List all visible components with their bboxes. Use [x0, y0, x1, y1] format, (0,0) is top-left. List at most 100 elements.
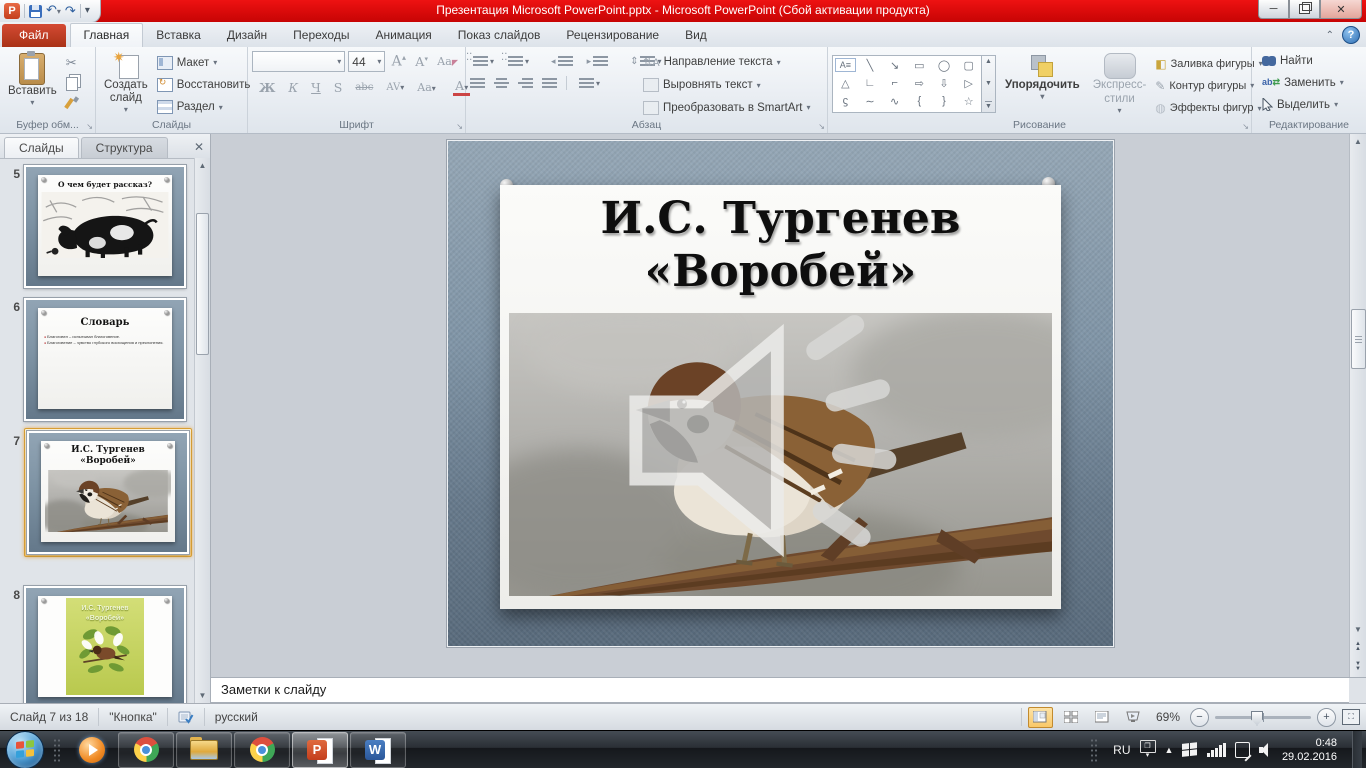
start-button[interactable]: [6, 731, 44, 768]
clear-formatting-icon[interactable]: Аа◤: [434, 55, 461, 68]
new-slide-button[interactable]: Создать слайд▾: [100, 51, 152, 117]
shape-scribble[interactable]: ∿: [882, 92, 907, 110]
format-painter-icon[interactable]: [66, 97, 78, 109]
panel-scroll-up-icon[interactable]: ▲: [195, 158, 210, 173]
gallery-more-icon[interactable]: ▼: [985, 101, 992, 110]
shape-line[interactable]: ╲: [858, 56, 883, 74]
align-left-button[interactable]: [470, 77, 485, 89]
scroll-down-icon[interactable]: ▼: [1351, 622, 1366, 637]
font-name-combo[interactable]: ▾: [252, 51, 345, 72]
spellcheck-status[interactable]: [168, 708, 205, 726]
taskbar-chrome-2[interactable]: [234, 732, 290, 768]
taskbar-wmp[interactable]: [68, 733, 116, 767]
thumbnail-row-5[interactable]: 5 О чем будет рассказ?: [0, 165, 186, 288]
align-right-button[interactable]: [518, 77, 533, 89]
italic-button[interactable]: К: [285, 80, 301, 95]
get-windows10-icon[interactable]: [1182, 742, 1198, 758]
close-panel-icon[interactable]: ✕: [194, 140, 204, 154]
strikethrough-button[interactable]: abc: [352, 82, 376, 93]
sparrow-photo[interactable]: [509, 313, 1052, 596]
text-direction-button[interactable]: ⇅AНаправление текста▾: [643, 53, 811, 72]
shape-arrow[interactable]: ↘: [882, 56, 907, 74]
slide-6-thumbnail[interactable]: Словарь Благоговел – испытывал благогове…: [24, 298, 186, 421]
copy-icon[interactable]: [66, 77, 78, 91]
select-button[interactable]: Выделить▾: [1262, 95, 1362, 114]
shape-left-brace[interactable]: {: [907, 92, 932, 110]
zoom-slider[interactable]: [1215, 716, 1311, 719]
next-slide-button[interactable]: ▼▼: [1351, 657, 1366, 677]
network-icon[interactable]: [1207, 743, 1226, 757]
thumbnail-row-6[interactable]: 6 Словарь Благоговел – испытывал благого…: [0, 298, 186, 421]
slide-editor-area[interactable]: И.С. Тургенев «Воробей»: [211, 134, 1349, 677]
tab-slides-thumbnails[interactable]: Слайды: [4, 137, 79, 158]
tab-review[interactable]: Рецензирование: [553, 24, 672, 47]
audio-speaker-icon[interactable]: [509, 313, 1036, 582]
clock[interactable]: 0:48 29.02.2016: [1282, 736, 1343, 764]
taskbar-powerpoint[interactable]: P: [292, 732, 348, 768]
previous-slide-button[interactable]: ▲▲: [1351, 637, 1366, 657]
panel-scroll-thumb[interactable]: [196, 213, 209, 355]
shape-rectangle[interactable]: ▭: [907, 56, 932, 74]
scroll-up-icon[interactable]: ▲: [1351, 134, 1366, 149]
tab-home[interactable]: Главная: [70, 23, 144, 47]
zoom-in-button[interactable]: +: [1317, 708, 1336, 727]
shape-rounded-rectangle[interactable]: ▢: [956, 56, 981, 74]
zoom-level[interactable]: 69%: [1156, 710, 1180, 724]
thumbnail-row-8[interactable]: 8 И.С. Тургенев «Воробей»: [0, 586, 186, 703]
find-button[interactable]: Найти: [1262, 51, 1362, 70]
panel-scrollbar[interactable]: ▲ ▼: [194, 158, 210, 703]
show-desktop-button[interactable]: [1352, 731, 1362, 768]
shape-effects-button[interactable]: ◍Эффекты фигур▾: [1155, 100, 1262, 117]
fit-to-window-button[interactable]: ⛶: [1342, 709, 1360, 725]
drawing-dialog-launcher[interactable]: ↘: [1242, 122, 1249, 131]
shape-elbow-arrow[interactable]: ⌐: [882, 74, 907, 92]
language-indicator[interactable]: RU: [1113, 743, 1130, 757]
arrange-button[interactable]: Упорядочить▾: [1001, 51, 1084, 117]
decrease-indent-button[interactable]: ◂: [548, 54, 576, 68]
tab-animations[interactable]: Анимация: [362, 24, 444, 47]
vertical-scrollbar[interactable]: ▲ ▼ ▲▲ ▼▼: [1349, 134, 1366, 677]
numbering-button[interactable]: ▾: [505, 54, 532, 68]
slide-paper[interactable]: И.С. Тургенев «Воробей»: [500, 185, 1061, 609]
paste-button[interactable]: Вставить▾: [4, 51, 61, 117]
tab-transitions[interactable]: Переходы: [280, 24, 362, 47]
font-dialog-launcher[interactable]: ↘: [456, 122, 463, 131]
action-center-icon[interactable]: [1235, 742, 1250, 758]
collapse-ribbon-icon[interactable]: ⌃: [1326, 30, 1334, 41]
shape-right-brace[interactable]: }: [932, 92, 957, 110]
volume-icon[interactable]: [1259, 743, 1273, 757]
slide-8-thumbnail[interactable]: И.С. Тургенев «Воробей»: [24, 586, 186, 703]
shape-curve[interactable]: ∼: [858, 92, 883, 110]
title-bar[interactable]: P ↶▾ ↷ ▾ Презентация Microsoft PowerPoin…: [0, 0, 1366, 22]
shape-triangle[interactable]: △: [833, 74, 858, 92]
increase-indent-button[interactable]: ▸: [584, 54, 612, 68]
underline-button[interactable]: Ч: [308, 80, 324, 95]
thumbnail-row-7[interactable]: 7 И.С. Тургенев «Воробей»: [0, 428, 192, 557]
tab-file[interactable]: Файл: [2, 24, 66, 47]
taskbar-chrome-1[interactable]: [118, 732, 174, 768]
minimize-button[interactable]: ─: [1258, 0, 1289, 19]
reset-button[interactable]: Восстановить: [157, 75, 251, 94]
cut-icon[interactable]: ✂: [66, 55, 78, 71]
quick-styles-button[interactable]: Экспресс-стили▾: [1089, 51, 1151, 117]
shape-freeform[interactable]: ϛ: [833, 92, 858, 110]
taskbar-explorer[interactable]: [176, 732, 232, 768]
convert-smartart-button[interactable]: Преобразовать в SmartArt▾: [643, 98, 811, 117]
slide-title[interactable]: И.С. Тургенев «Воробей»: [500, 185, 1061, 299]
gallery-down-icon[interactable]: ▼: [985, 80, 992, 87]
scroll-thumb[interactable]: [1351, 309, 1366, 369]
bold-button[interactable]: Ж: [256, 80, 278, 95]
tab-insert[interactable]: Вставка: [143, 24, 214, 47]
help-icon[interactable]: ?: [1342, 26, 1360, 44]
tab-outline[interactable]: Структура: [81, 137, 168, 158]
tab-view[interactable]: Вид: [672, 24, 720, 47]
paragraph-dialog-launcher[interactable]: ↘: [818, 122, 825, 131]
theme-name[interactable]: "Кнопка": [99, 708, 168, 726]
change-case-button[interactable]: Aa▾: [414, 81, 439, 94]
shrink-font-icon[interactable]: А▾: [412, 54, 431, 69]
font-size-combo[interactable]: 44▾: [348, 51, 385, 72]
align-text-button[interactable]: Выровнять текст▾: [643, 76, 811, 95]
gallery-up-icon[interactable]: ▲: [985, 58, 992, 65]
shapes-gallery-scrollbar[interactable]: ▲ ▼ ▼: [982, 55, 996, 113]
shape-outline-button[interactable]: ✎Контур фигуры▾: [1155, 77, 1262, 94]
